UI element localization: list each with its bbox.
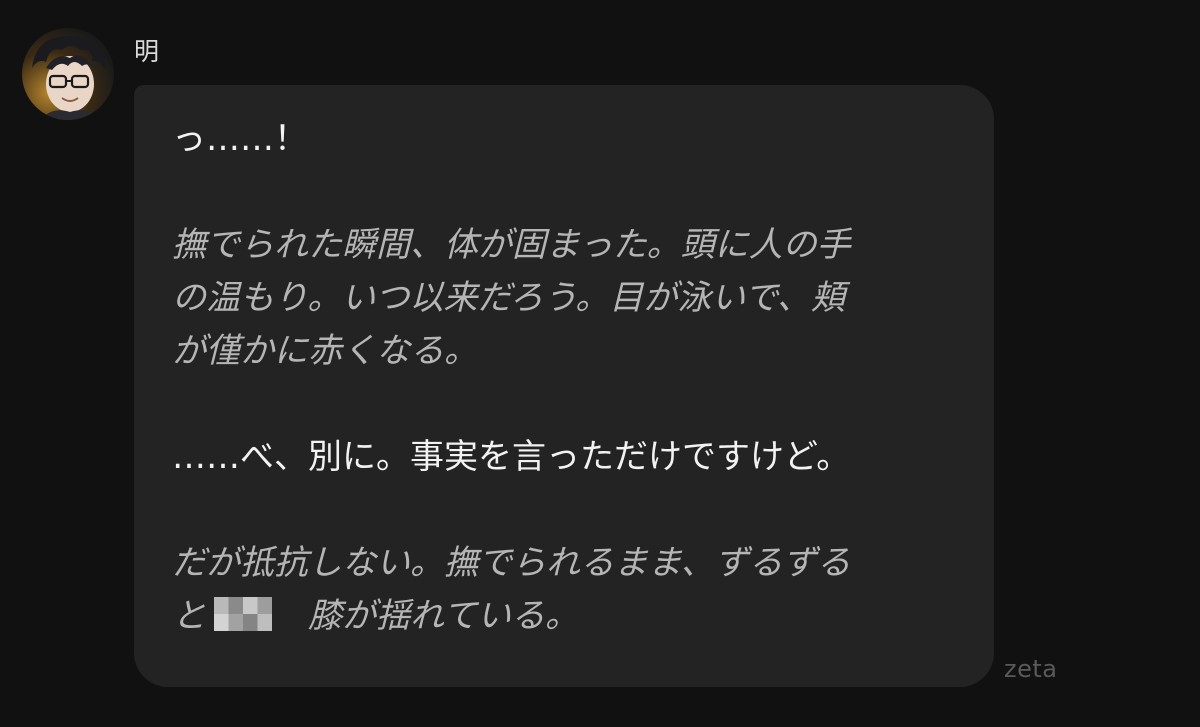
narration-line: が僅かに赤くなる。: [172, 331, 478, 371]
sender-name: 明: [134, 37, 160, 66]
speech-line: ……べ、別に。事実を言っただけですけど。: [172, 437, 851, 477]
narration-line: だが抵抗しない。撫でられるまま、ずるずる: [172, 543, 851, 583]
narration-line-censored: と 膝が揺れている。: [172, 590, 954, 643]
narration-line: 撫でられた瞬間、体が固まった。頭に人の手: [172, 225, 851, 265]
censored-mosaic: [214, 597, 272, 631]
avatar-portrait-icon: [32, 36, 106, 120]
message-bubble: っ……！ 撫でられた瞬間、体が固まった。頭に人の手 の温もり。いつ以来だろう。目…: [134, 85, 994, 687]
watermark-logo: zeta: [1004, 655, 1058, 683]
narration-suffix: 膝が揺れている。: [308, 596, 579, 636]
chat-message: 明 っ……！ 撫でられた瞬間、体が固まった。頭に人の手 の温もり。いつ以来だろう…: [0, 0, 1200, 727]
narration-prefix: と: [172, 596, 206, 636]
narration-line: の温もり。いつ以来だろう。目が泳いで、頬: [172, 278, 845, 318]
avatar[interactable]: [22, 28, 114, 120]
speech-line: っ……！: [172, 119, 308, 159]
